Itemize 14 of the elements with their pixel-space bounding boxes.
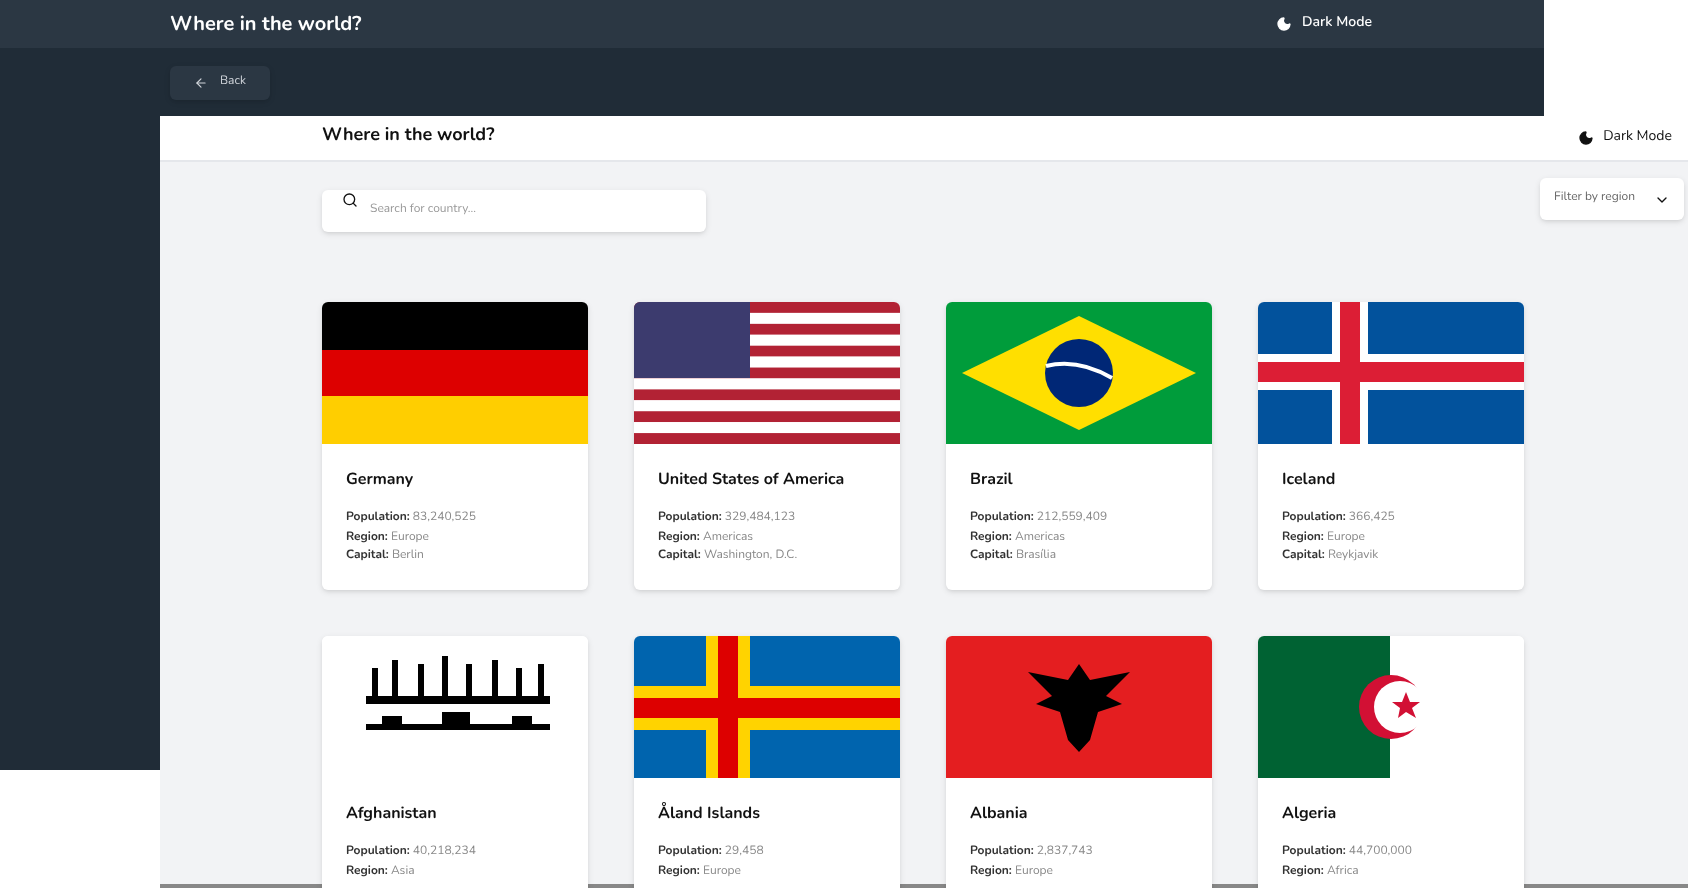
moon-icon: [1577, 130, 1594, 146]
country-name: Iceland: [1282, 468, 1338, 492]
app-title: Where in the world?: [322, 124, 495, 152]
country-name: Albania: [970, 802, 1030, 826]
back-arrow-icon: [193, 76, 208, 90]
moon-icon: [1276, 16, 1293, 32]
country-name: Åland Islands: [658, 802, 762, 826]
country-name: Brazil: [970, 468, 1015, 492]
search-icon: [342, 191, 358, 207]
country-name: Afghanistan: [346, 802, 439, 826]
app-title: Where in the world?: [170, 9, 362, 39]
country-name: Algeria: [1282, 802, 1339, 826]
country-name: Germany: [346, 468, 416, 492]
country-name: United States of America: [658, 468, 847, 492]
